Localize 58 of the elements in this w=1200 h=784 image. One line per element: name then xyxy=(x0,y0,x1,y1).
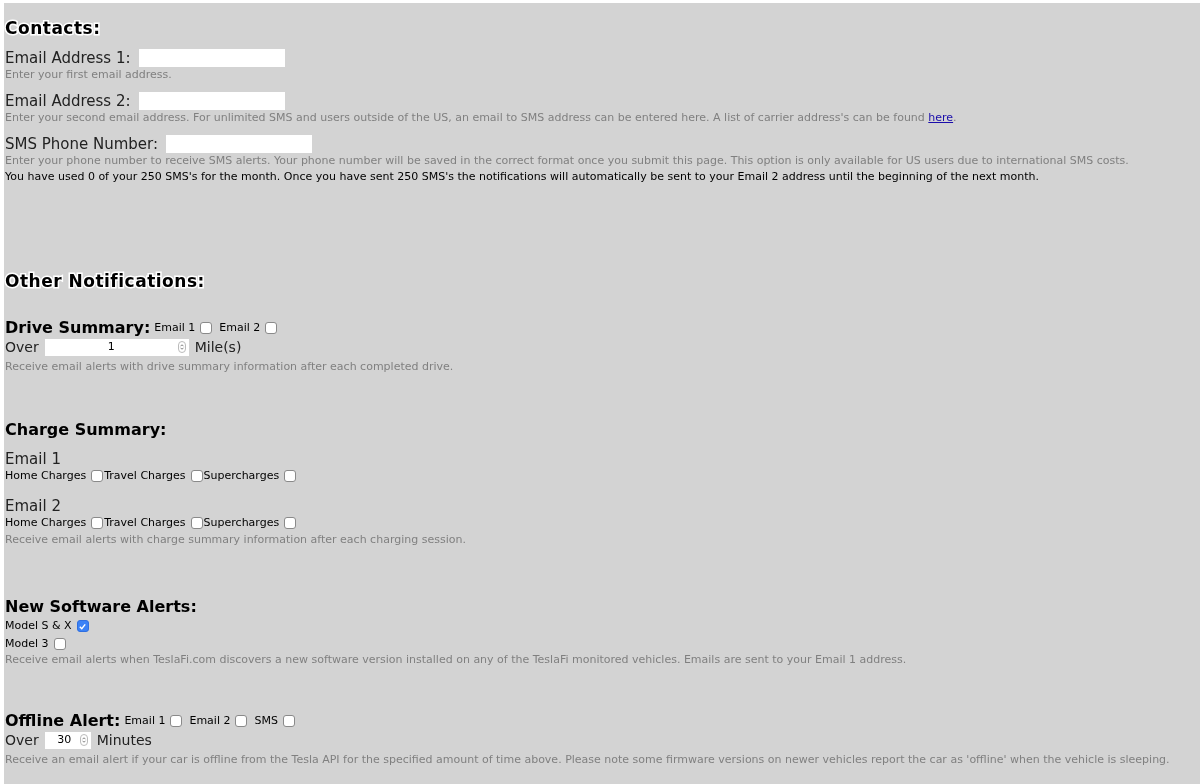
subsection-heading: Charge Summary: xyxy=(5,420,168,440)
checkbox[interactable] xyxy=(282,715,295,727)
spinner-icon xyxy=(79,734,88,746)
here-link[interactable]: here xyxy=(928,111,954,124)
checkbox-label: Home Charges xyxy=(5,514,87,531)
checkbox-label: Email 2 xyxy=(189,712,231,729)
checkbox[interactable] xyxy=(235,715,248,727)
hint-text: Enter your first email address. xyxy=(5,68,173,82)
checkbox[interactable] xyxy=(91,516,104,529)
number-field[interactable]: 1 xyxy=(44,338,189,356)
checkbox[interactable] xyxy=(76,620,89,632)
checkmark-icon xyxy=(78,621,88,631)
hint-text: Receive email alerts when TeslaFi.com discovers a new software version installed on any of the TeslaFi monitored vehicles. Emails are sent to your Email 1 address. xyxy=(5,653,908,667)
threshold-unit: Minutes xyxy=(96,731,152,749)
hint-text: Enter your phone number to receive SMS alerts. Your phone number will be saved in the correct format once you submit this page. This option is only available for US users due to international SMS costs. xyxy=(5,154,1130,168)
checkbox[interactable] xyxy=(200,322,213,334)
hint-text: Receive email alerts with charge summary information after each charging session. xyxy=(5,533,467,547)
checkbox-label: Home Charges xyxy=(5,468,87,484)
checkbox-label: Email 1 xyxy=(124,712,166,729)
checkbox[interactable] xyxy=(284,470,297,483)
subsection-heading: Offline Alert: xyxy=(5,711,121,731)
checkbox-label: Email 1 xyxy=(154,319,196,336)
checkbox-label: Travel Charges xyxy=(104,514,186,531)
field-label: Email Address 2: xyxy=(5,91,131,111)
checkbox[interactable] xyxy=(284,516,297,529)
checkbox-label: Supercharges xyxy=(203,514,280,531)
checkbox[interactable] xyxy=(170,715,183,727)
checkbox-label: Email 2 xyxy=(219,319,261,336)
checkbox-label: Travel Charges xyxy=(104,468,186,484)
section-heading: Other Notifications: xyxy=(5,270,206,292)
section-heading: Contacts: xyxy=(5,17,102,39)
checkbox[interactable] xyxy=(265,322,278,334)
threshold-prefix: Over xyxy=(5,731,39,749)
spinner-icon xyxy=(177,341,186,353)
number-field[interactable]: 30 xyxy=(44,731,91,749)
hint-text: Enter your second email address. For unlimited SMS and users outside of the US, an email to SMS address can be entered here. A list of carrier address's can be found here. xyxy=(5,111,958,125)
checkbox-label: Model 3 xyxy=(5,635,49,652)
checkbox-label: Model S & X xyxy=(5,617,72,634)
text-field[interactable] xyxy=(138,92,285,110)
threshold-prefix: Over xyxy=(5,338,39,356)
field-label: Email Address 1: xyxy=(5,48,131,68)
text-field[interactable] xyxy=(166,135,313,153)
checkbox[interactable] xyxy=(91,470,104,483)
group-label: Email 1 xyxy=(5,450,62,468)
sms-usage-text: You have used 0 of your 250 SMS's for the month. Once you have sent 250 SMS's the notifications will automatically be sent to your Email 2 address until the beginning of the next month. xyxy=(5,170,1041,184)
group-label: Email 2 xyxy=(5,496,62,515)
threshold-unit: Mile(s) xyxy=(194,338,242,356)
checkbox-label: Supercharges xyxy=(203,468,280,484)
checkbox-label: SMS xyxy=(254,712,278,729)
subsection-heading: Drive Summary: xyxy=(5,318,151,338)
checkbox[interactable] xyxy=(190,470,203,483)
field-label: SMS Phone Number: xyxy=(5,134,159,154)
subsection-heading: New Software Alerts: xyxy=(5,597,198,617)
checkbox[interactable] xyxy=(190,516,203,529)
checkbox[interactable] xyxy=(53,638,66,650)
hint-text: Receive email alerts with drive summary information after each completed drive. xyxy=(5,360,455,374)
hint-text: Receive an email alert if your car is offline from the Tesla API for the specified amount of time above. Please note some firmware versions on newer vehicles report the car as 'offline' when the vehicle is sleeping. xyxy=(5,753,1171,767)
text-field[interactable] xyxy=(138,49,285,67)
